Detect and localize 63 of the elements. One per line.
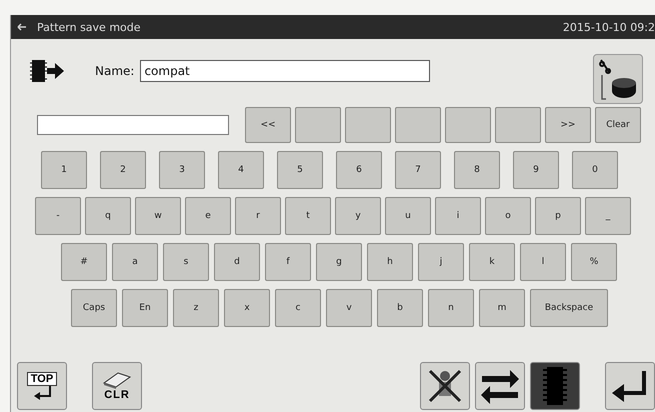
name-label: Name: (95, 64, 134, 78)
key[interactable]: % (571, 243, 617, 281)
delete-pattern-button[interactable] (420, 362, 470, 410)
chip-icon (540, 365, 570, 407)
key[interactable]: o (485, 197, 531, 235)
key[interactable]: _ (585, 197, 631, 235)
key[interactable]: e (185, 197, 231, 235)
key[interactable]: w (135, 197, 181, 235)
key[interactable]: v (326, 289, 372, 327)
key[interactable]: q (85, 197, 131, 235)
key[interactable]: n (428, 289, 474, 327)
key[interactable]: y (335, 197, 381, 235)
key[interactable]: l (520, 243, 566, 281)
key[interactable]: 2 (100, 151, 146, 189)
key[interactable]: Clear (595, 107, 641, 143)
key[interactable]: j (418, 243, 464, 281)
memory-button[interactable] (530, 362, 580, 410)
back-icon[interactable] (17, 23, 27, 31)
key[interactable]: t (285, 197, 331, 235)
enter-button[interactable] (605, 362, 655, 410)
key[interactable]: c (275, 289, 321, 327)
chip-arrow-icon (29, 57, 65, 85)
key[interactable]: 4 (218, 151, 264, 189)
memory-usage-button[interactable] (593, 54, 643, 104)
key[interactable]: >> (545, 107, 591, 143)
window-title: Pattern save mode (37, 20, 141, 34)
key[interactable]: i (435, 197, 481, 235)
key[interactable]: Caps (71, 289, 117, 327)
key[interactable]: z (173, 289, 219, 327)
input-field[interactable] (37, 115, 229, 135)
key[interactable]: 8 (454, 151, 500, 189)
name-field[interactable]: compat (140, 60, 430, 82)
key[interactable]: k (469, 243, 515, 281)
key[interactable]: 6 (336, 151, 382, 189)
key[interactable]: 7 (395, 151, 441, 189)
datetime: 2015-10-10 09:2 (562, 20, 655, 34)
key[interactable]: En (122, 289, 168, 327)
key[interactable]: x (224, 289, 270, 327)
key[interactable]: 5 (277, 151, 323, 189)
key[interactable]: p (535, 197, 581, 235)
clear-button[interactable]: CLR (92, 362, 142, 410)
key[interactable]: 1 (41, 151, 87, 189)
top-button[interactable]: TOP (17, 362, 67, 410)
key[interactable]: u (385, 197, 431, 235)
key[interactable]: f (265, 243, 311, 281)
key[interactable]: Backspace (530, 289, 608, 327)
key[interactable]: g (316, 243, 362, 281)
eraser-icon (100, 371, 134, 389)
key[interactable]: m (479, 289, 525, 327)
key[interactable]: # (61, 243, 107, 281)
key[interactable]: - (35, 197, 81, 235)
key[interactable]: d (214, 243, 260, 281)
key[interactable]: h (367, 243, 413, 281)
key[interactable]: 0 (572, 151, 618, 189)
arrow-icon (33, 386, 51, 400)
key[interactable]: 3 (159, 151, 205, 189)
key[interactable]: b (377, 289, 423, 327)
key[interactable]: 9 (513, 151, 559, 189)
key[interactable]: s (163, 243, 209, 281)
key[interactable]: << (245, 107, 291, 143)
key[interactable]: a (112, 243, 158, 281)
swap-button[interactable] (475, 362, 525, 410)
key[interactable]: r (235, 197, 281, 235)
